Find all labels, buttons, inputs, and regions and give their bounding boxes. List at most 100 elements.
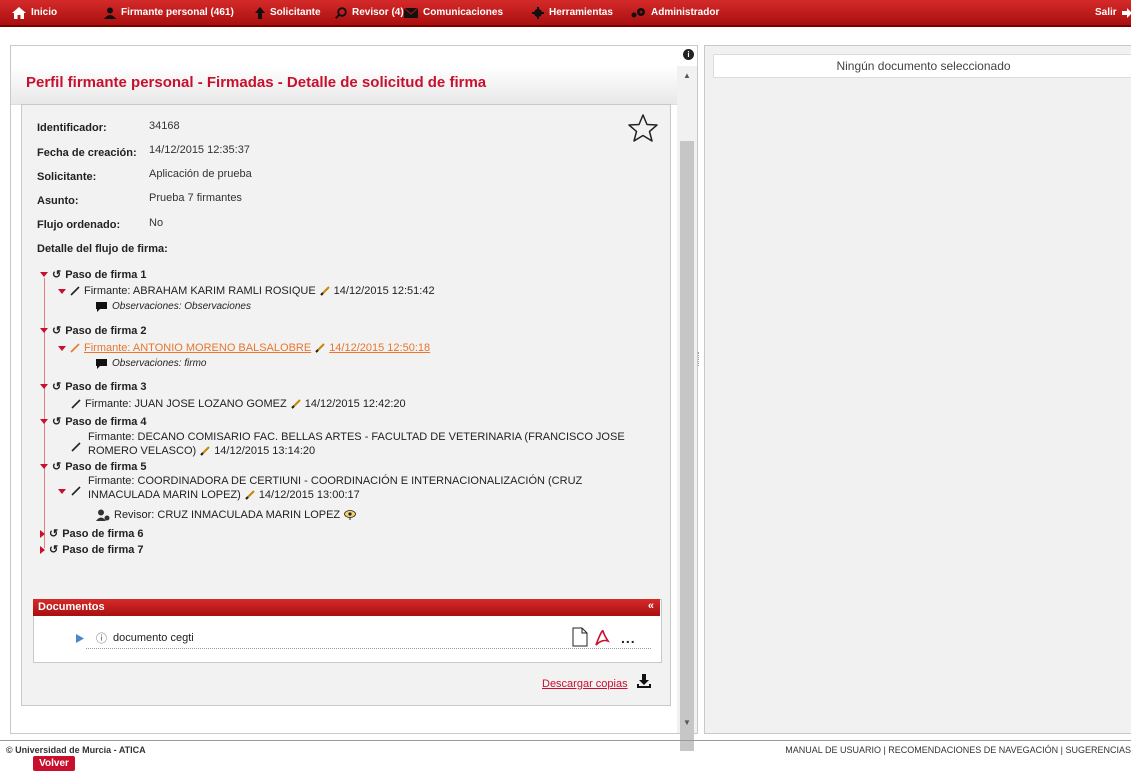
step-3-firmante[interactable]: Firmante: JUAN JOSE LOZANO GOMEZ 14/12/2… xyxy=(71,398,406,410)
expand-icon[interactable] xyxy=(40,272,48,277)
documents-header: Documentos « xyxy=(33,599,660,616)
step-5-firmante[interactable]: Firmante: COORDINADORA DE CERTIUNI - COO… xyxy=(88,474,582,502)
collapse-icon[interactable] xyxy=(40,545,45,554)
pencil-icon xyxy=(70,343,80,353)
expand-icon[interactable] xyxy=(58,489,66,494)
scroll-down-icon[interactable]: ▼ xyxy=(682,718,692,728)
flujo-label: Flujo ordenado: xyxy=(37,219,121,231)
play-icon[interactable] xyxy=(76,633,84,643)
expand-icon[interactable] xyxy=(40,328,48,333)
file-icon[interactable] xyxy=(572,627,588,647)
step-4[interactable]: ↺ Paso de firma 4 xyxy=(40,415,147,428)
nav-solicitante-label: Solicitante xyxy=(270,6,321,18)
pdf-icon[interactable] xyxy=(594,627,610,647)
tree-connector xyxy=(44,278,45,548)
pencil-icon xyxy=(70,286,80,296)
footer-links[interactable]: MANUAL DE USUARIO | RECOMENDACIONES DE N… xyxy=(785,745,1131,755)
star-icon[interactable] xyxy=(628,114,658,145)
step-2-firmante[interactable]: Firmante: ANTONIO MORENO BALSALOBRE 14/1… xyxy=(58,342,430,354)
step-6-label: Paso de firma 6 xyxy=(62,527,144,540)
top-navbar: Inicio Firmante personal (461) Solicitan… xyxy=(0,0,1131,27)
step-5-firmante-line1: Firmante: COORDINADORA DE CERTIUNI - COO… xyxy=(88,475,583,487)
comment-icon xyxy=(96,301,107,312)
identificador-label: Identificador: xyxy=(37,122,107,134)
asunto-label: Asunto: xyxy=(37,195,79,207)
expand-icon[interactable] xyxy=(40,464,48,469)
download-copies-link[interactable]: Descargar copias xyxy=(542,678,628,690)
pencil-icon xyxy=(200,446,210,456)
step-7-label: Paso de firma 7 xyxy=(62,543,144,556)
nav-comunicaciones-label: Comunicaciones xyxy=(423,6,504,18)
step-2-date-link[interactable]: 14/12/2015 12:50:18 xyxy=(329,342,430,354)
scrollbar-thumb[interactable] xyxy=(680,141,694,751)
step-1-firmante[interactable]: Firmante: ABRAHAM KARIM RAMLI ROSIQUE 14… xyxy=(58,285,435,297)
step-2-firmante-link[interactable]: Firmante: ANTONIO MORENO BALSALOBRE xyxy=(84,342,311,354)
nav-comunicaciones[interactable]: Comunicaciones xyxy=(404,0,503,25)
expand-icon[interactable] xyxy=(58,288,66,294)
panel-top-strip xyxy=(11,46,697,66)
document-row[interactable]: ⓘ documento cegti xyxy=(76,630,194,646)
footer-copyright: © Universidad de Murcia - ATICA xyxy=(6,745,146,755)
request-detail-panel: i Perfil firmante personal - Firmadas - … xyxy=(10,45,698,771)
panel-splitter[interactable] xyxy=(698,352,701,366)
step-3[interactable]: ↺ Paso de firma 3 xyxy=(40,380,147,393)
nav-firmante[interactable]: Firmante personal (461) xyxy=(104,0,234,25)
expand-icon[interactable] xyxy=(58,345,66,351)
step-4-firmante[interactable]: Firmante: DECANO COMISARIO FAC. BELLAS A… xyxy=(88,430,625,458)
search-icon xyxy=(335,6,347,19)
nav-solicitante[interactable]: Solicitante xyxy=(255,0,321,25)
user-icon xyxy=(104,7,116,19)
step-5-revisor: Revisor: CRUZ INMACULADA MARIN LOPEZ xyxy=(96,509,357,521)
more-options-button[interactable]: ... xyxy=(621,630,636,646)
info-icon[interactable]: i xyxy=(683,49,694,60)
solicitante-value: Aplicación de prueba xyxy=(149,168,252,180)
expand-icon[interactable] xyxy=(40,384,48,389)
fecha-value: 14/12/2015 12:35:37 xyxy=(149,144,250,156)
step-3-label: Paso de firma 3 xyxy=(65,380,147,393)
step-7[interactable]: ↺ Paso de firma 7 xyxy=(40,543,144,556)
collapse-documents-button[interactable]: « xyxy=(648,600,654,612)
step-2-observaciones: Observaciones: firmo xyxy=(96,358,206,369)
flow-header: Detalle del flujo de firma: xyxy=(37,243,168,255)
step-5-date: 14/12/2015 13:00:17 xyxy=(258,489,360,501)
nav-salir[interactable]: Salir xyxy=(1095,0,1131,25)
document-row-divider xyxy=(86,648,651,649)
info-icon[interactable]: ⓘ xyxy=(96,630,107,646)
reviewer-icon xyxy=(96,509,110,521)
step-icon: ↺ xyxy=(52,269,62,281)
step-5[interactable]: ↺ Paso de firma 5 xyxy=(40,460,147,473)
download-icon[interactable] xyxy=(637,674,651,688)
fecha-label: Fecha de creación: xyxy=(37,147,137,159)
step-5-firmante-line2-row: INMACULADA MARIN LOPEZ) 14/12/2015 13:00… xyxy=(88,488,582,502)
step-2-obs-text: Observaciones: firmo xyxy=(112,358,207,369)
nav-revisor-label: Revisor (4) xyxy=(352,6,404,18)
step-6[interactable]: ↺ Paso de firma 6 xyxy=(40,527,144,540)
pencil-icon xyxy=(290,399,301,409)
expand-icon[interactable] xyxy=(40,419,48,424)
pencil-icon xyxy=(315,343,325,353)
step-1-obs-text: Observaciones: Observaciones xyxy=(112,301,251,312)
eye-icon[interactable] xyxy=(344,510,357,520)
scroll-up-icon[interactable]: ▲ xyxy=(682,71,692,81)
document-name[interactable]: documento cegti xyxy=(113,632,194,644)
step-4-firmante-line1: Firmante: DECANO COMISARIO FAC. BELLAS A… xyxy=(88,431,625,443)
nav-herramientas[interactable]: Herramientas xyxy=(532,0,613,25)
pencil-icon xyxy=(71,399,81,409)
comment-icon xyxy=(96,358,107,369)
nav-revisor[interactable]: Revisor (4) xyxy=(335,0,404,25)
step-2[interactable]: ↺ Paso de firma 2 xyxy=(40,324,147,337)
identificador-value: 34168 xyxy=(149,120,180,132)
step-1[interactable]: ↺ Paso de firma 1 xyxy=(40,268,147,281)
volver-button[interactable]: Volver xyxy=(33,756,75,771)
nav-firmante-label: Firmante personal (461) xyxy=(121,6,234,18)
collapse-icon[interactable] xyxy=(40,529,45,538)
footer-divider xyxy=(0,740,1131,741)
nav-administrador[interactable]: Administrador xyxy=(630,0,719,25)
solicitante-label: Solicitante: xyxy=(37,171,97,183)
document-preview-panel: Ningún documento seleccionado xyxy=(704,45,1131,734)
nav-inicio[interactable]: Inicio xyxy=(12,0,57,25)
flujo-value: No xyxy=(149,217,164,229)
step-icon: ↺ xyxy=(49,544,59,556)
step-5-revisor-name: Revisor: CRUZ INMACULADA MARIN LOPEZ xyxy=(114,509,341,521)
step-4-label: Paso de firma 4 xyxy=(65,415,147,428)
